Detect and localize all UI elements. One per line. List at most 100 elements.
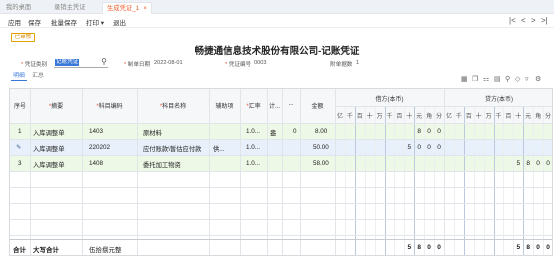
- debit-amount-digit: 8: [417, 128, 421, 135]
- cell-summary[interactable]: 入库调整单: [33, 160, 64, 169]
- credit-amount-digit: 0: [546, 160, 550, 167]
- digit-header: 分: [544, 114, 551, 120]
- cell-summary[interactable]: 入库调整单: [33, 128, 64, 137]
- print-dropdown[interactable]: 打印 ▾: [86, 17, 104, 27]
- total-debit-digit: 0: [437, 244, 441, 251]
- digit-column-line: [533, 106, 535, 255]
- batch-save-button[interactable]: 批量保存: [51, 17, 77, 27]
- tab-voucher-list[interactable]: 录销主凭证: [50, 2, 89, 14]
- digit-header: 万: [485, 114, 492, 120]
- grid-column-line: [267, 89, 268, 255]
- tab-generate-voucher[interactable]: 生成凭证_1 ×: [102, 2, 152, 14]
- grid-column-line: [30, 89, 31, 255]
- cell-code[interactable]: 1403: [89, 128, 103, 135]
- cell-amount[interactable]: 58.00: [313, 160, 329, 167]
- digit-header: 百: [396, 114, 403, 120]
- header-divider-line: [335, 106, 552, 107]
- hide-icon[interactable]: ▿: [525, 75, 529, 83]
- tag-icon[interactable]: ◇: [515, 75, 520, 83]
- debit-amount-digit: 0: [417, 144, 421, 151]
- row-line: [10, 235, 552, 236]
- next-record-icon[interactable]: >: [531, 16, 536, 25]
- cell-code[interactable]: 220202: [89, 144, 110, 151]
- cell-summary[interactable]: 入库调整单: [33, 144, 64, 153]
- tab-detail[interactable]: 明细: [11, 72, 27, 81]
- date-field[interactable]: 2022-08-01: [154, 60, 183, 66]
- save-button[interactable]: 保存: [28, 17, 41, 27]
- cell-name[interactable]: 应付账款\暂估应付款: [143, 144, 201, 153]
- debit-amount-digit: 0: [427, 128, 431, 135]
- tab-desktop[interactable]: 我的桌面: [2, 2, 35, 14]
- digit-header: 千: [495, 114, 502, 120]
- cell-amount[interactable]: 50.00: [313, 144, 329, 151]
- digit-column-line: [344, 106, 346, 255]
- cell-rate[interactable]: 1.0...: [246, 160, 260, 167]
- total-debit-digit: 8: [417, 244, 421, 251]
- digit-column-line: [364, 106, 366, 255]
- close-icon[interactable]: ×: [143, 5, 147, 12]
- cell-rate[interactable]: 1.0...: [246, 144, 260, 151]
- cell-rate[interactable]: 1.0...: [246, 128, 260, 135]
- cell-code[interactable]: 1408: [89, 160, 103, 167]
- digit-header: 千: [455, 114, 462, 120]
- grid-column-line: [282, 89, 283, 255]
- debit-amount-digit: 0: [427, 144, 431, 151]
- total-credit-digit: 8: [526, 244, 530, 251]
- cell-amount[interactable]: 8.00: [315, 128, 327, 135]
- apply-button[interactable]: 应用: [8, 17, 21, 27]
- digit-column-line: [424, 106, 426, 255]
- exit-button[interactable]: 退出: [113, 17, 126, 27]
- edit-icon[interactable]: ✎: [16, 144, 21, 151]
- voucher-type-field[interactable]: 记账凭证 ⚲: [54, 57, 108, 68]
- first-record-icon[interactable]: |<: [509, 16, 516, 25]
- col-header-rate: *汇率: [246, 104, 261, 110]
- filter-icon[interactable]: ⚲: [505, 75, 510, 83]
- cell-name[interactable]: 委托加工物资: [143, 160, 181, 169]
- digit-column-line: [434, 106, 435, 255]
- grid-column-line: [209, 89, 210, 255]
- digit-header: 亿: [336, 114, 343, 120]
- digit-column-line: [354, 106, 356, 255]
- copy-icon[interactable]: ❐: [472, 75, 478, 83]
- grid-column-line: [335, 89, 336, 255]
- digit-header: 千: [346, 114, 353, 120]
- digit-column-line: [463, 106, 465, 255]
- attach-field[interactable]: 1: [356, 60, 359, 66]
- voucher-entry-table: 序号 *摘要 *科目编码 *科目名称 辅助项 *汇率 计... ... 金额 借…: [9, 88, 553, 256]
- digit-header: 十: [366, 114, 373, 120]
- digit-header: 角: [535, 114, 542, 120]
- digit-header: 亿: [445, 114, 452, 120]
- tab-summary[interactable]: 汇总: [30, 72, 46, 81]
- col-header-code: *科目编码: [96, 104, 123, 110]
- split-icon[interactable]: ⚏: [483, 75, 489, 83]
- upper-total-value: 伍拾捌元整: [89, 247, 122, 254]
- total-debit-digit: 0: [427, 244, 431, 251]
- last-record-icon[interactable]: >|: [541, 16, 548, 25]
- cell-seq: 1: [18, 128, 22, 135]
- search-icon[interactable]: ⚲: [101, 57, 107, 66]
- cell-name[interactable]: 原材料: [143, 128, 162, 137]
- table-icon[interactable]: ▤: [494, 75, 501, 83]
- grid-icon[interactable]: ▦: [461, 75, 468, 83]
- settings-icon[interactable]: ⚙: [535, 75, 541, 83]
- voucher-type-value: 记账凭证: [55, 59, 80, 66]
- digit-column-line: [543, 106, 544, 255]
- cell-qty[interactable]: 0: [293, 128, 297, 135]
- number-field[interactable]: 0003: [254, 60, 266, 66]
- prev-record-icon[interactable]: <: [521, 16, 526, 25]
- total-debit-digit: 5: [407, 244, 412, 251]
- grid-column-line: [444, 89, 445, 255]
- cell-calc[interactable]: 盎: [270, 128, 276, 137]
- cell-aux[interactable]: 供...: [213, 144, 225, 153]
- col-header-summary: *摘要: [48, 104, 64, 110]
- row-line: [10, 187, 552, 188]
- total-credit-digit: 5: [516, 244, 521, 251]
- debit-amount-digit: 0: [437, 144, 441, 151]
- credit-amount-digit: 0: [536, 160, 540, 167]
- digit-header: 角: [426, 114, 433, 120]
- digit-column-line: [374, 106, 376, 255]
- voucher-type-label: * 凭证类别: [21, 62, 48, 68]
- debit-amount-digit: 5: [407, 144, 412, 151]
- row-line: [10, 219, 552, 220]
- status-badge: 已审核: [11, 33, 35, 42]
